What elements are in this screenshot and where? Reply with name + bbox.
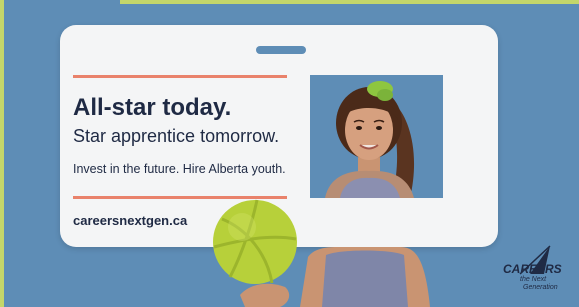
logo-text-the-next: the Next	[520, 276, 547, 283]
logo-text-careers: CAREERS	[503, 262, 562, 276]
person-portrait	[325, 81, 415, 198]
accent-rule-top	[73, 75, 287, 78]
hand	[240, 283, 290, 307]
person-lower-body	[300, 247, 430, 307]
badge-photo	[310, 75, 443, 198]
badge-lanyard-slot	[256, 46, 306, 54]
website-link[interactable]: careersnextgen.ca	[73, 213, 187, 228]
tagline: Invest in the future. Hire Alberta youth…	[73, 162, 286, 176]
lime-border-left	[0, 0, 4, 307]
headline: All-star today.	[73, 94, 232, 121]
volleyball-icon	[213, 199, 297, 284]
subheadline: Star apprentice tomorrow.	[73, 126, 280, 146]
logo-text-generation: Generation	[523, 284, 558, 291]
lime-border-top	[120, 0, 579, 4]
